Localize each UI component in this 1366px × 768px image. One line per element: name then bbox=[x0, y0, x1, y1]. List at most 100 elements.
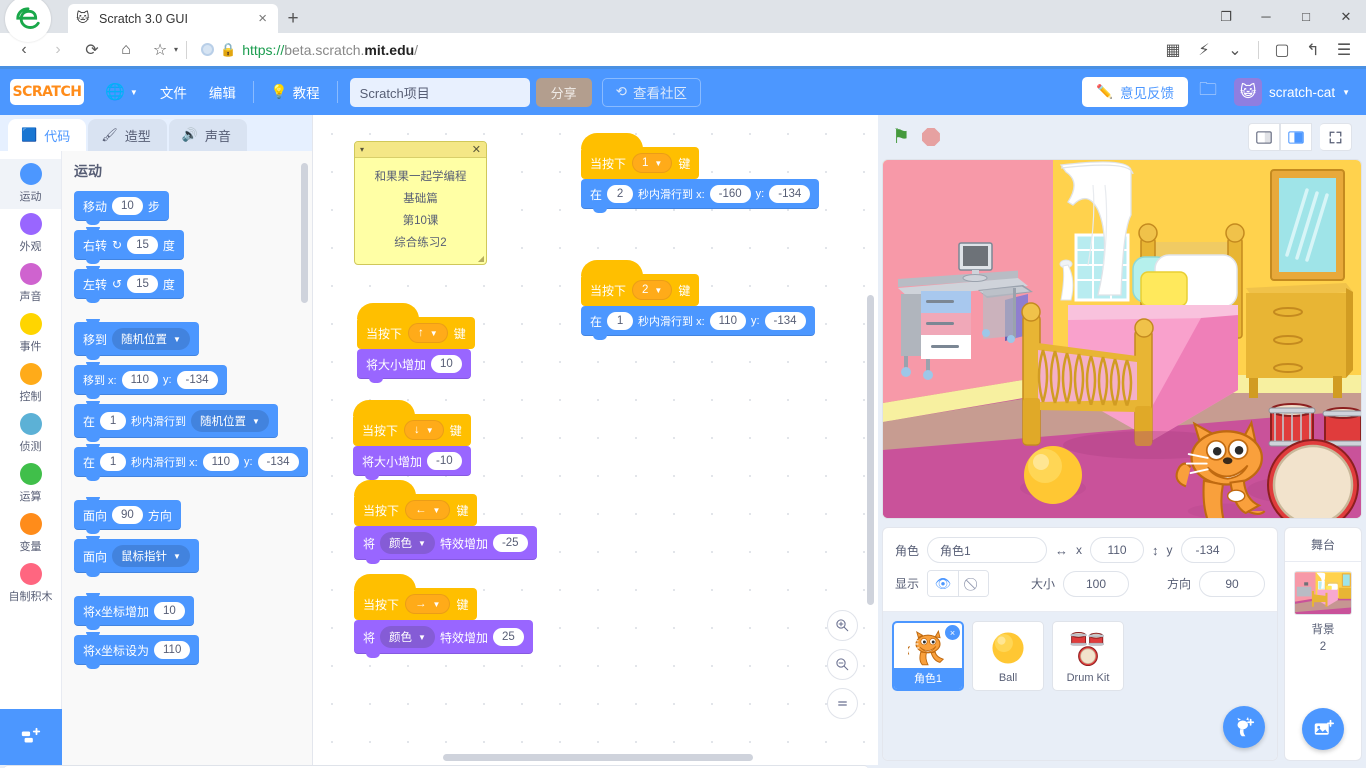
workspace-comment[interactable]: ▾ ✕ 和果果一起学编程 基础篇 第10课 综合练习2 ◢ bbox=[354, 141, 487, 265]
window-minimize-button[interactable]: ─ bbox=[1246, 0, 1286, 33]
category-sound[interactable]: 声音 bbox=[0, 259, 61, 309]
category-variables[interactable]: 变量 bbox=[0, 509, 61, 559]
sprite-card-ball[interactable]: Ball bbox=[972, 621, 1044, 691]
comment-resize-handle[interactable]: ◢ bbox=[478, 254, 484, 263]
hat-block-when-key-pressed[interactable]: 当按下 ↓ ▼ 键 bbox=[353, 414, 471, 446]
y-input[interactable]: -134 bbox=[1181, 537, 1235, 563]
palette-block-glide-xy[interactable]: 在 1 秒内滑行到 x: 110 y: -134 bbox=[74, 447, 308, 477]
see-community-button[interactable]: ⟲ 查看社区 bbox=[602, 78, 701, 107]
show-visible-button[interactable]: 👁 bbox=[928, 571, 958, 596]
category-looks[interactable]: 外观 bbox=[0, 209, 61, 259]
window-close-button[interactable]: ✕ bbox=[1326, 0, 1366, 33]
effect-dropdown[interactable]: 颜色 ▼ bbox=[380, 532, 435, 554]
folder-icon[interactable]: 🗀 bbox=[1188, 77, 1228, 107]
browser-tab[interactable]: 🐱 Scratch 3.0 GUI × bbox=[68, 4, 278, 33]
block-input[interactable]: 25 bbox=[493, 628, 524, 646]
block-change-size-by[interactable]: 将大小增加 10 bbox=[357, 349, 471, 379]
add-backdrop-button[interactable] bbox=[1302, 708, 1344, 750]
menu-edit[interactable]: 编辑 bbox=[198, 77, 247, 107]
block-input[interactable]: 10 bbox=[112, 197, 143, 215]
project-title-input[interactable] bbox=[350, 78, 530, 107]
scratch-logo[interactable]: SCRATCH bbox=[10, 79, 84, 105]
block-dropdown[interactable]: 随机位置 ▼ bbox=[112, 328, 190, 350]
history-icon[interactable]: ↰ bbox=[1299, 35, 1327, 65]
block-input-y[interactable]: -134 bbox=[769, 185, 810, 203]
palette-block-turn-left[interactable]: 左转 ↺ 15 度 bbox=[74, 269, 184, 299]
palette-block-move[interactable]: 移动 10 步 bbox=[74, 191, 169, 221]
block-input-y[interactable]: -134 bbox=[177, 371, 218, 389]
key-dropdown[interactable]: 2 ▼ bbox=[632, 280, 672, 300]
palette-block-set-x-to[interactable]: 将x坐标设为 110 bbox=[74, 635, 199, 665]
forward-button[interactable]: › bbox=[42, 35, 74, 65]
palette-block-change-x-by[interactable]: 将x坐标增加 10 bbox=[74, 596, 194, 626]
key-dropdown[interactable]: ↓ ▼ bbox=[404, 420, 444, 440]
palette-block-point-direction[interactable]: 面向 90 方向 bbox=[74, 500, 181, 530]
block-input-secs[interactable]: 2 bbox=[607, 185, 633, 203]
window-maximize-button[interactable]: □ bbox=[1286, 0, 1326, 33]
stop-icon[interactable] bbox=[922, 128, 940, 146]
key-dropdown[interactable]: ← ▼ bbox=[405, 500, 450, 520]
block-input[interactable]: 10 bbox=[154, 602, 185, 620]
sprite-card-drum-kit[interactable]: Drum Kit bbox=[1052, 621, 1124, 691]
menu-tutorials[interactable]: 💡 教程 bbox=[260, 77, 331, 107]
favorites-star-icon[interactable]: ☆ bbox=[144, 35, 176, 65]
menu-icon[interactable]: ☰ bbox=[1330, 35, 1358, 65]
effect-dropdown[interactable]: 颜色 ▼ bbox=[380, 626, 435, 648]
reload-icon[interactable]: ⟳ bbox=[76, 35, 108, 65]
home-icon[interactable]: ⌂ bbox=[110, 35, 142, 65]
size-input[interactable]: 100 bbox=[1063, 571, 1129, 597]
zoom-reset-button[interactable] bbox=[827, 688, 858, 719]
share-button[interactable]: 分享 bbox=[536, 78, 592, 107]
feedback-button[interactable]: ✏️ 意见反馈 bbox=[1082, 77, 1188, 107]
stage[interactable] bbox=[882, 159, 1362, 519]
block-change-effect-by[interactable]: 将 颜色 ▼ 特效增加 25 bbox=[354, 620, 533, 654]
block-glide-to-xy[interactable]: 在 1 秒内滑行到 x: 110 y: -134 bbox=[581, 306, 815, 336]
add-sprite-button[interactable] bbox=[1223, 706, 1265, 748]
lightning-icon[interactable]: ⚡ bbox=[1190, 35, 1218, 65]
block-dropdown[interactable]: 随机位置 ▼ bbox=[191, 410, 269, 432]
hat-block-when-key-pressed[interactable]: 当按下 ↑ ▼ 键 bbox=[357, 317, 475, 349]
show-hidden-button[interactable]: ⃠ bbox=[958, 571, 988, 596]
hat-block-when-key-pressed[interactable]: 当按下 → ▼ 键 bbox=[354, 588, 477, 620]
tab-close-icon[interactable]: × bbox=[255, 10, 270, 27]
palette-block-goto-xy[interactable]: 移到 x: 110 y: -134 bbox=[74, 365, 227, 395]
workspace-horizontal-scrollbar[interactable] bbox=[443, 754, 753, 761]
block-input-secs[interactable]: 1 bbox=[100, 412, 126, 430]
language-menu[interactable]: 🌐 ▼ bbox=[94, 77, 149, 107]
zoom-out-button[interactable] bbox=[827, 649, 858, 680]
palette-block-turn-right[interactable]: 右转 ↻ 15 度 bbox=[74, 230, 184, 260]
script-key-1[interactable]: 当按下 1 ▼ 键 在 2 秒内滑行到 x: -160 y: -134 bbox=[581, 131, 819, 218]
chevron-down-icon[interactable]: ⌄ bbox=[1221, 35, 1249, 65]
block-input[interactable]: -10 bbox=[427, 452, 462, 470]
block-input-y[interactable]: -134 bbox=[765, 312, 806, 330]
block-input[interactable]: 10 bbox=[431, 355, 462, 373]
delete-sprite-icon[interactable]: × bbox=[945, 625, 960, 640]
hat-block-when-key-pressed[interactable]: 当按下 ← ▼ 键 bbox=[354, 494, 477, 526]
key-dropdown[interactable]: → ▼ bbox=[405, 594, 450, 614]
favorites-caret-icon[interactable]: ▾ bbox=[174, 45, 178, 54]
fullscreen-button[interactable] bbox=[1320, 123, 1352, 151]
script-up-arrow[interactable]: 当按下 ↑ ▼ 键 将大小增加 10 bbox=[357, 301, 475, 388]
script-left-arrow[interactable]: 当按下 ← ▼ 键 将 颜色 ▼ 特效增加 -25 bbox=[354, 478, 537, 569]
category-events[interactable]: 事件 bbox=[0, 309, 61, 359]
palette-block-point-towards[interactable]: 面向 鼠标指针 ▼ bbox=[74, 539, 199, 573]
category-my-blocks[interactable]: 自制积木 bbox=[0, 559, 61, 609]
block-input-x[interactable]: 110 bbox=[710, 312, 746, 330]
sprite-card-cat[interactable]: × bbox=[892, 621, 964, 691]
green-flag-icon[interactable]: ⚑ bbox=[892, 127, 910, 147]
category-sensing[interactable]: 侦测 bbox=[0, 409, 61, 459]
palette-block-goto-random[interactable]: 移到 随机位置 ▼ bbox=[74, 322, 199, 356]
hat-block-when-key-pressed[interactable]: 当按下 2 ▼ 键 bbox=[581, 274, 699, 306]
block-dropdown[interactable]: 鼠标指针 ▼ bbox=[112, 545, 190, 567]
block-change-size-by[interactable]: 将大小增加 -10 bbox=[353, 446, 471, 476]
block-input[interactable]: 15 bbox=[127, 236, 158, 254]
block-input-x[interactable]: 110 bbox=[203, 453, 239, 471]
block-glide-to-xy[interactable]: 在 2 秒内滑行到 x: -160 y: -134 bbox=[581, 179, 819, 209]
large-stage-button[interactable] bbox=[1280, 123, 1312, 151]
add-extension-button[interactable] bbox=[0, 709, 62, 765]
tab-sounds[interactable]: 🔊 声音 bbox=[169, 119, 247, 151]
category-operators[interactable]: 运算 bbox=[0, 459, 61, 509]
new-tab-button[interactable]: + bbox=[278, 4, 308, 33]
workspace-vertical-scrollbar[interactable] bbox=[867, 295, 874, 605]
tab-costumes[interactable]: 🖌 造型 bbox=[88, 119, 167, 151]
